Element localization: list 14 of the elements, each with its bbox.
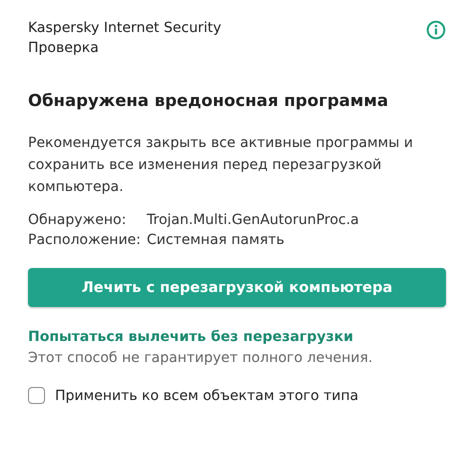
recommendation-text: Рекомендуется закрыть все активные программы и сохранить все изменения перед перезагрузкой компьютера. xyxy=(28,134,414,197)
app-title: Kaspersky Internet Security xyxy=(28,19,222,38)
disinfect-without-reboot-link[interactable]: Попытаться вылечить без перезагрузки xyxy=(28,327,354,347)
warning-note: Этот способ не гарантирует полного лечения. xyxy=(28,349,374,368)
detail-value: Trojan.Multi.GenAutorunProc.a xyxy=(146,211,360,230)
disinfect-reboot-button[interactable]: Лечить с перезагрузкой компьютера xyxy=(28,268,446,307)
detail-label: Расположение: xyxy=(28,231,141,250)
apply-all-checkbox[interactable] xyxy=(28,387,45,404)
apply-all-label: Применить ко всем объектам этого типа xyxy=(55,388,359,404)
detail-value: Системная память xyxy=(146,231,286,250)
threat-heading: Обнаружена вредоносная программа xyxy=(28,90,390,112)
info-icon[interactable] xyxy=(426,20,446,40)
section-title: Проверка xyxy=(28,39,100,58)
detail-label: Обнаружено: xyxy=(28,211,128,230)
